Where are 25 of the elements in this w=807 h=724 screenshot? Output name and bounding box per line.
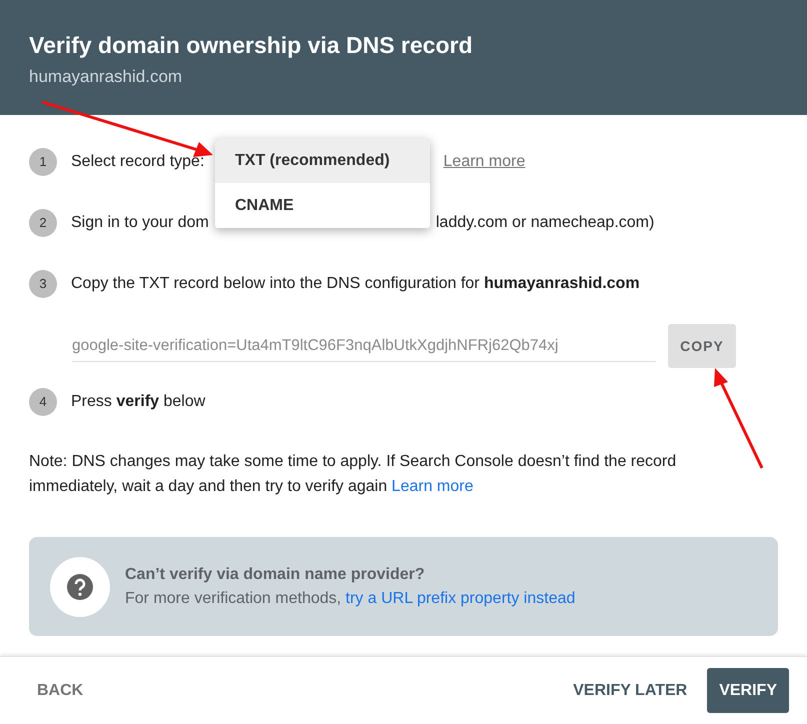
back-button[interactable]: BACK xyxy=(19,666,102,714)
step-text: Select record type: xyxy=(71,152,204,172)
step-number: 4 xyxy=(29,388,57,416)
dialog-title: Verify domain ownership via DNS record xyxy=(29,31,474,60)
step-text: Copy the TXT record below into the DNS configuration for humayanrashid.com xyxy=(71,274,640,294)
learn-more-link[interactable]: Learn more xyxy=(443,150,526,174)
verify-later-button[interactable]: VERIFY LATER xyxy=(555,666,706,714)
step-text: Press verify below xyxy=(71,392,206,412)
verify-button[interactable]: VERIFY xyxy=(707,668,789,713)
menu-option[interactable]: TXT (recommended) xyxy=(215,138,430,183)
url-prefix-link[interactable]: try a URL prefix property instead xyxy=(346,590,576,606)
step-number: 3 xyxy=(29,270,57,298)
note-text: Note: DNS changes may take some time to apply. If Search Console doesn’t find the record immediately, wait a day and then try to verify again Learn more xyxy=(29,452,678,497)
step-text: laddy.com or namecheap.com) xyxy=(436,213,654,233)
help-text: For more verification methods, try a URL prefix property instead xyxy=(125,588,576,608)
record-field[interactable]: google-site-verification=Uta4mT9ltC96F3nqAlbUtkXgdjhNFRj62Qb74xj xyxy=(72,330,656,362)
step-number: 2 xyxy=(29,209,57,237)
learn-more-link[interactable]: Learn more xyxy=(392,478,474,495)
step-number: 1 xyxy=(29,148,57,176)
help-icon xyxy=(67,574,93,600)
copy-button[interactable]: COPY xyxy=(668,324,736,368)
menu-option[interactable]: CNAME xyxy=(215,183,430,228)
help-title: Can’t verify via domain name provider? xyxy=(125,564,426,584)
domain-name: humayanrashid.com xyxy=(29,66,184,88)
step-text: Sign in to your dom xyxy=(71,213,209,233)
